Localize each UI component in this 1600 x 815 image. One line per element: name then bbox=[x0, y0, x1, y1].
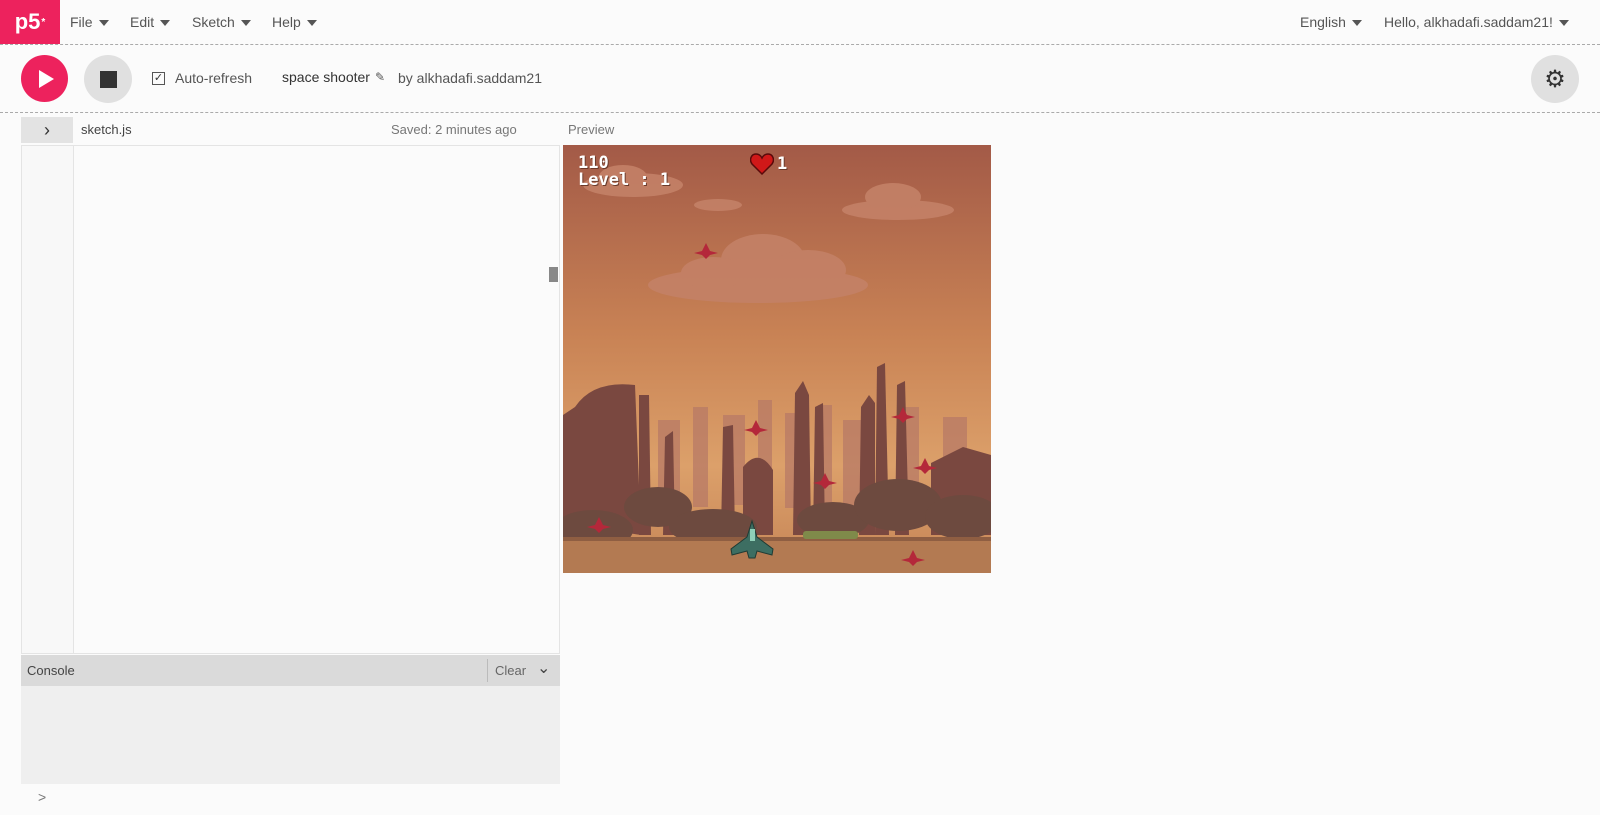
lives-text: 1 bbox=[777, 154, 788, 174]
auto-refresh[interactable]: ✓ Auto-refresh bbox=[152, 70, 252, 86]
play-button[interactable] bbox=[21, 55, 68, 102]
console-prompt-icon: > bbox=[38, 789, 47, 805]
caret-down-icon bbox=[1351, 20, 1362, 26]
user-menu[interactable]: Hello, alkhadafi.saddam21! bbox=[1384, 14, 1569, 30]
auto-refresh-checkbox[interactable]: ✓ bbox=[152, 71, 165, 85]
console-header: Console Clear ⌄ bbox=[21, 655, 560, 686]
preview-canvas[interactable]: 110 Level : 1 1 bbox=[563, 145, 991, 573]
top-nav: p5 * File Edit Sketch Help English Hello,… bbox=[0, 0, 1600, 45]
logo-text: p5 bbox=[14, 9, 41, 34]
toolbar: ✓ Auto-refresh space shooter ✎ by alkhad… bbox=[0, 45, 1600, 113]
console-input[interactable]: > bbox=[21, 784, 560, 815]
stop-button[interactable] bbox=[84, 55, 132, 103]
play-icon bbox=[39, 69, 54, 88]
sketch-name[interactable]: space shooter ✎ bbox=[282, 69, 385, 85]
user-greeting: Hello, alkhadafi.saddam21! bbox=[1384, 14, 1553, 30]
menu-edit[interactable]: Edit bbox=[130, 14, 171, 30]
editor-scrollbar[interactable] bbox=[549, 267, 558, 282]
files-toggle-button[interactable]: › bbox=[21, 117, 73, 143]
stop-icon bbox=[99, 70, 117, 88]
language-label: English bbox=[1300, 14, 1346, 30]
line-gutter bbox=[22, 146, 74, 653]
console-clear-button[interactable]: Clear bbox=[495, 663, 526, 678]
caret-down-icon bbox=[1558, 20, 1569, 26]
caret-down-icon bbox=[160, 20, 171, 26]
caret-down-icon bbox=[306, 20, 317, 26]
preview-label: Preview bbox=[568, 122, 615, 137]
console-title: Console bbox=[27, 663, 75, 678]
saved-status: Saved: 2 minutes ago bbox=[391, 122, 517, 137]
menu-edit-label: Edit bbox=[130, 14, 155, 30]
sketch-name-label: space shooter bbox=[282, 69, 370, 85]
gear-icon: ⚙ bbox=[1544, 65, 1566, 93]
menu-file-label: File bbox=[70, 14, 93, 30]
menu-sketch[interactable]: Sketch bbox=[192, 14, 251, 30]
logo-star: * bbox=[41, 16, 46, 28]
ground-edge bbox=[563, 537, 991, 541]
pencil-icon[interactable]: ✎ bbox=[375, 70, 385, 84]
chevron-right-icon: › bbox=[44, 119, 50, 140]
sketch-author[interactable]: by alkhadafi.saddam21 bbox=[398, 70, 542, 86]
caret-down-icon bbox=[240, 20, 251, 26]
game-scene bbox=[563, 145, 991, 573]
ground bbox=[563, 537, 991, 573]
p5-logo[interactable]: p5 * bbox=[0, 0, 60, 44]
heart-icon bbox=[750, 153, 774, 175]
menu-file[interactable]: File bbox=[70, 14, 109, 30]
settings-button[interactable]: ⚙ bbox=[1531, 55, 1579, 103]
caret-down-icon bbox=[98, 20, 109, 26]
console-output bbox=[21, 686, 560, 784]
menu-help-label: Help bbox=[272, 14, 301, 30]
menu-sketch-label: Sketch bbox=[192, 14, 235, 30]
code-editor[interactable] bbox=[21, 145, 560, 654]
console-divider bbox=[487, 659, 488, 682]
menu-help[interactable]: Help bbox=[272, 14, 317, 30]
level-text: Level : 1 bbox=[578, 170, 671, 190]
wreck-debris bbox=[803, 531, 858, 539]
language-menu[interactable]: English bbox=[1300, 14, 1362, 30]
auto-refresh-label: Auto-refresh bbox=[175, 70, 253, 86]
chevron-down-icon[interactable]: ⌄ bbox=[537, 658, 550, 678]
file-tab[interactable]: sketch.js bbox=[81, 122, 132, 137]
